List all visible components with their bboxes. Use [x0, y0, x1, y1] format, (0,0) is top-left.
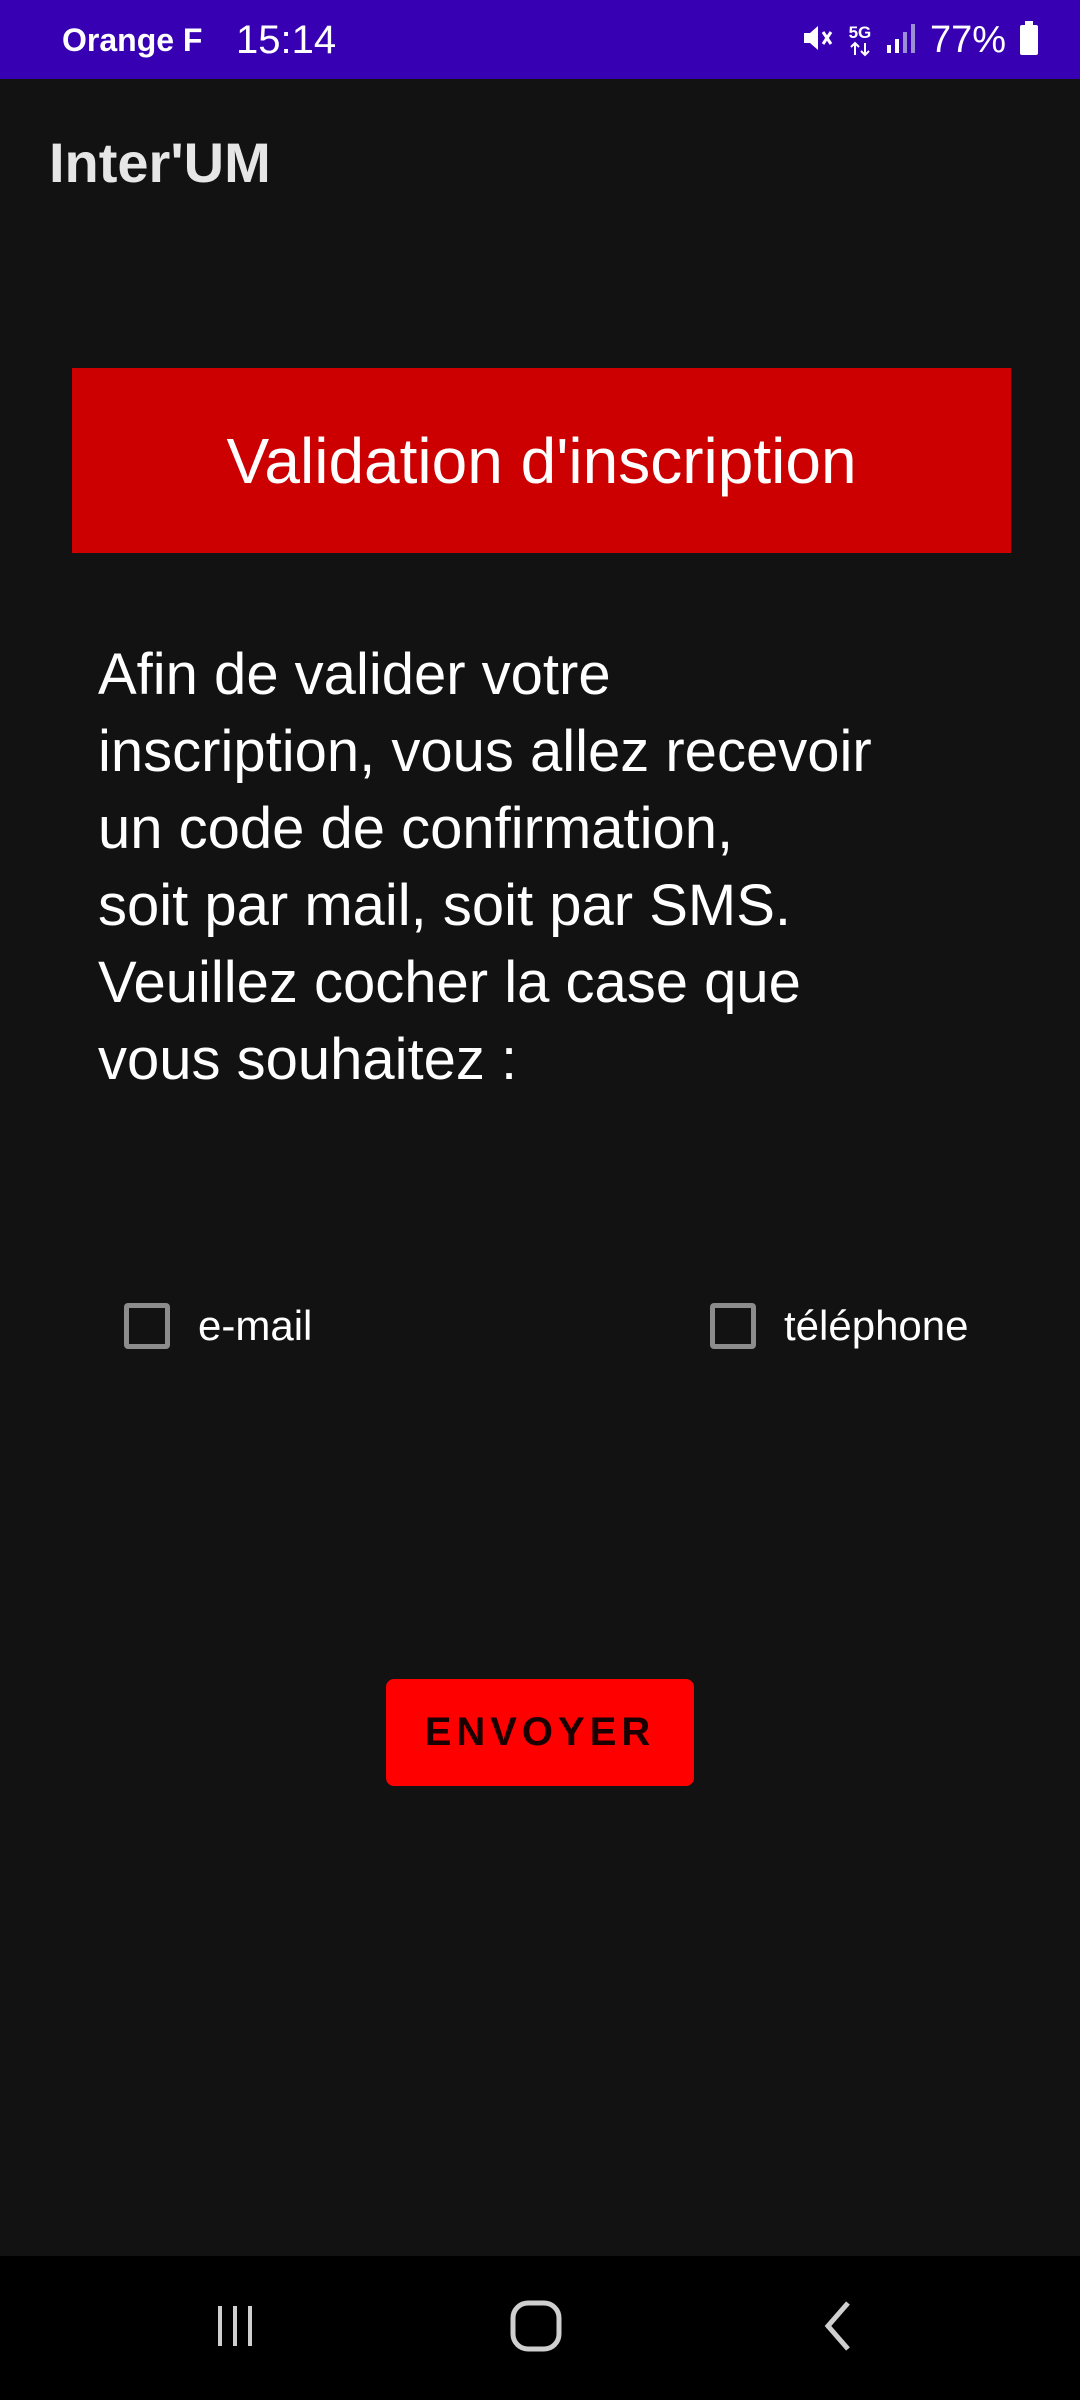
carrier-name: Orange F — [62, 22, 203, 58]
app-title: Inter'UM — [49, 131, 271, 194]
status-icons: 5G 77% — [798, 18, 1040, 62]
phone-checkbox[interactable] — [710, 1303, 756, 1349]
signal-icon — [884, 21, 918, 60]
instructions-text: Afin de valider votre inscription, vous … — [98, 642, 872, 1092]
page-title: Validation d'inscription — [226, 424, 857, 497]
phone-option-label[interactable]: téléphone — [784, 1302, 969, 1350]
page-header-banner: Validation d'inscription — [72, 368, 1011, 553]
email-option-label[interactable]: e-mail — [198, 1302, 312, 1350]
network-type-label: 5G — [848, 22, 872, 42]
screen: Orange F 15:14 5G 77% Inter'UM Validatio… — [0, 0, 1080, 2400]
home-icon — [509, 2299, 563, 2358]
send-button-label: ENVOYER — [424, 1710, 656, 1754]
recent-apps-icon — [210, 2301, 260, 2356]
recent-apps-button[interactable] — [185, 2278, 285, 2378]
status-bar: Orange F 15:14 5G 77% — [0, 0, 1080, 79]
phone-option[interactable]: téléphone — [710, 1298, 969, 1354]
back-button[interactable] — [790, 2278, 890, 2378]
clock: 15:14 — [236, 18, 337, 62]
5g-icon: 5G — [848, 24, 872, 57]
navigation-bar — [0, 2256, 1080, 2400]
battery-icon — [1018, 20, 1040, 61]
email-option[interactable]: e-mail — [124, 1298, 312, 1354]
home-button[interactable] — [486, 2278, 586, 2378]
battery-percentage: 77% — [929, 18, 1006, 61]
send-button[interactable]: ENVOYER — [386, 1679, 694, 1786]
mute-icon — [798, 19, 836, 62]
email-checkbox[interactable] — [124, 1303, 170, 1349]
back-icon — [815, 2299, 865, 2358]
